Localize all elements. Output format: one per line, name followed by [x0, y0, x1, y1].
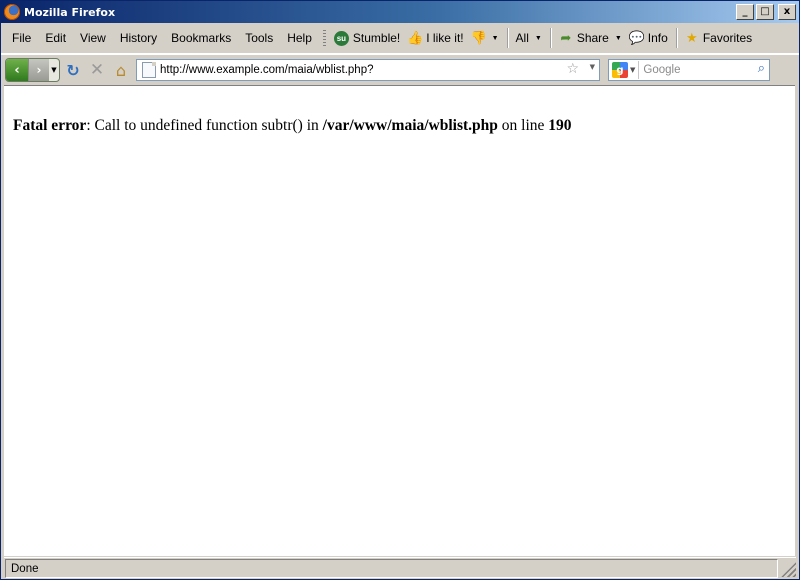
share-button[interactable]: ➦ Share ▼ [555, 30, 626, 46]
url-text[interactable]: http://www.example.com/maia/wblist.php? [160, 64, 373, 76]
info-label: Info [647, 31, 668, 45]
error-line-number: 190 [548, 117, 572, 134]
like-button[interactable]: 👍 I like it! [404, 30, 467, 46]
menu-bookmarks[interactable]: Bookmarks [164, 31, 238, 45]
menu-file[interactable]: File [5, 31, 38, 45]
all-dropdown[interactable]: All ▼ [512, 31, 546, 45]
reload-button[interactable]: ↻ [62, 59, 84, 81]
menu-help[interactable]: Help [280, 31, 319, 45]
thumbs-down-icon: 👎 [470, 30, 487, 45]
back-forward-group: ‹ › ▼ [5, 58, 60, 82]
window-title: Mozilla Firefox [24, 5, 116, 19]
maximize-button[interactable]: □ [756, 4, 774, 20]
toolbar-separator [506, 28, 508, 48]
bookmark-star-icon[interactable]: ☆ [566, 61, 579, 77]
navigation-toolbar: ‹ › ▼ ↻ ✕ ⌂ http://www.example.com/maia/… [1, 54, 799, 85]
url-dropdown-icon[interactable]: ▼ [590, 63, 595, 71]
google-icon[interactable]: g [612, 62, 628, 78]
search-bar[interactable]: g ▼ Google ⌕ [608, 59, 770, 81]
menu-tools[interactable]: Tools [238, 31, 280, 45]
menu-history[interactable]: History [113, 31, 164, 45]
share-label: Share [576, 31, 609, 45]
page-content: Fatal error: Call to undefined function … [4, 85, 795, 556]
favorites-button[interactable]: ★ Favorites [681, 30, 756, 46]
error-path: /var/www/maia/wblist.php [322, 117, 498, 134]
window-controls: _ □ x [736, 4, 796, 20]
toolbar-separator [549, 28, 551, 48]
dislike-button[interactable]: 👎 ▼ [468, 30, 503, 46]
all-label: All [515, 31, 529, 45]
close-button[interactable]: x [778, 4, 796, 20]
chevron-down-icon: ▼ [614, 34, 622, 42]
firefox-logo-icon[interactable] [4, 4, 20, 20]
browser-window: Mozilla Firefox _ □ x File Edit View His… [0, 0, 800, 580]
title-bar[interactable]: Mozilla Firefox _ □ x [1, 1, 799, 23]
menu-view[interactable]: View [73, 31, 113, 45]
thumbs-up-icon: 👍 [407, 30, 424, 45]
star-icon: ★ [685, 30, 698, 45]
back-button[interactable]: ‹ [6, 59, 28, 81]
error-label: Fatal error [13, 117, 87, 134]
speech-bubble-icon: 💬 [628, 30, 645, 45]
stumble-button[interactable]: su Stumble! [330, 30, 404, 46]
favorites-label: Favorites [702, 31, 753, 45]
php-error-message: Fatal error: Call to undefined function … [13, 117, 572, 135]
url-bar[interactable]: http://www.example.com/maia/wblist.php? … [136, 59, 600, 81]
page-icon [142, 62, 156, 78]
chevron-down-icon: ▼ [491, 34, 499, 42]
history-dropdown-button[interactable]: ▼ [49, 59, 59, 81]
error-on-line-text: on line [497, 117, 549, 134]
menu-bar: File Edit View History Bookmarks Tools H… [1, 23, 799, 54]
toolbar-grip[interactable] [322, 30, 326, 46]
search-icon[interactable]: ⌕ [758, 61, 765, 76]
like-label: I like it! [426, 31, 464, 45]
toolbar-separator [675, 28, 677, 48]
forward-button[interactable]: › [28, 59, 49, 81]
minimize-button[interactable]: _ [736, 4, 754, 20]
search-input[interactable]: Google [638, 61, 680, 79]
status-bar: Done [4, 557, 796, 579]
home-button[interactable]: ⌂ [110, 59, 132, 81]
search-engine-dropdown-icon[interactable]: ▼ [630, 66, 635, 74]
resize-grip-icon[interactable] [780, 560, 796, 577]
share-icon: ➦ [560, 30, 572, 45]
status-text: Done [5, 559, 778, 578]
info-button[interactable]: 💬 Info [626, 30, 672, 46]
stumbleupon-icon: su [333, 30, 349, 46]
stumble-label: Stumble! [352, 31, 401, 45]
stop-button[interactable]: ✕ [86, 59, 108, 81]
menu-edit[interactable]: Edit [38, 31, 73, 45]
chevron-down-icon: ▼ [534, 34, 542, 42]
error-text: : Call to undefined function subtr() in [86, 117, 323, 134]
